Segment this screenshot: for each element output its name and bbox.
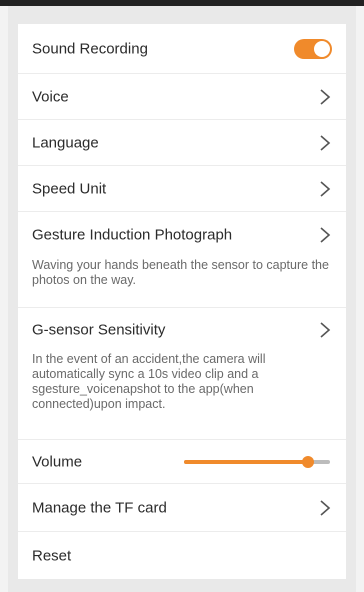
speed-unit-row[interactable]: Speed Unit	[18, 166, 346, 212]
gesture-photograph-label: Gesture Induction Photograph	[32, 226, 233, 244]
chevron-right-icon	[320, 499, 331, 516]
voice-row[interactable]: Voice	[18, 74, 346, 120]
gesture-description-block: Waving your hands beneath the sensor to …	[18, 258, 346, 308]
volume-label: Volume	[32, 453, 83, 470]
sound-recording-row[interactable]: Sound Recording	[18, 24, 346, 74]
chevron-right-icon	[320, 227, 331, 243]
settings-frame: Sound Recording Voice Language Speed Uni…	[8, 6, 356, 592]
reset-row[interactable]: Reset	[18, 532, 346, 579]
gesture-photograph-row[interactable]: Gesture Induction Photograph	[18, 212, 346, 258]
manage-tf-card-label: Manage the TF card	[32, 499, 167, 516]
chevron-right-icon	[320, 322, 331, 338]
volume-track-filled	[184, 459, 309, 464]
toggle-knob	[314, 40, 330, 57]
manage-tf-card-row[interactable]: Manage the TF card	[18, 484, 346, 532]
speed-unit-label: Speed Unit	[32, 180, 107, 197]
gsensor-sensitivity-label: G-sensor Sensitivity	[32, 321, 166, 339]
volume-thumb[interactable]	[302, 455, 315, 468]
gsensor-description-block: In the event of an accident,the camera w…	[18, 352, 346, 440]
voice-label: Voice	[32, 88, 69, 105]
sound-recording-label: Sound Recording	[32, 40, 148, 57]
gsensor-sensitivity-row[interactable]: G-sensor Sensitivity	[18, 308, 346, 352]
chevron-right-icon	[320, 180, 331, 197]
language-label: Language	[32, 134, 99, 151]
volume-row: Volume	[18, 440, 346, 484]
reset-label: Reset	[32, 547, 72, 564]
settings-card: Sound Recording Voice Language Speed Uni…	[18, 24, 346, 579]
chevron-right-icon	[320, 134, 331, 151]
volume-slider[interactable]	[184, 455, 330, 468]
chevron-right-icon	[320, 88, 331, 105]
gesture-description: Waving your hands beneath the sensor to …	[32, 258, 329, 287]
language-row[interactable]: Language	[18, 120, 346, 166]
sound-recording-toggle[interactable]	[294, 38, 332, 59]
gsensor-description: In the event of an accident,the camera w…	[32, 352, 266, 411]
